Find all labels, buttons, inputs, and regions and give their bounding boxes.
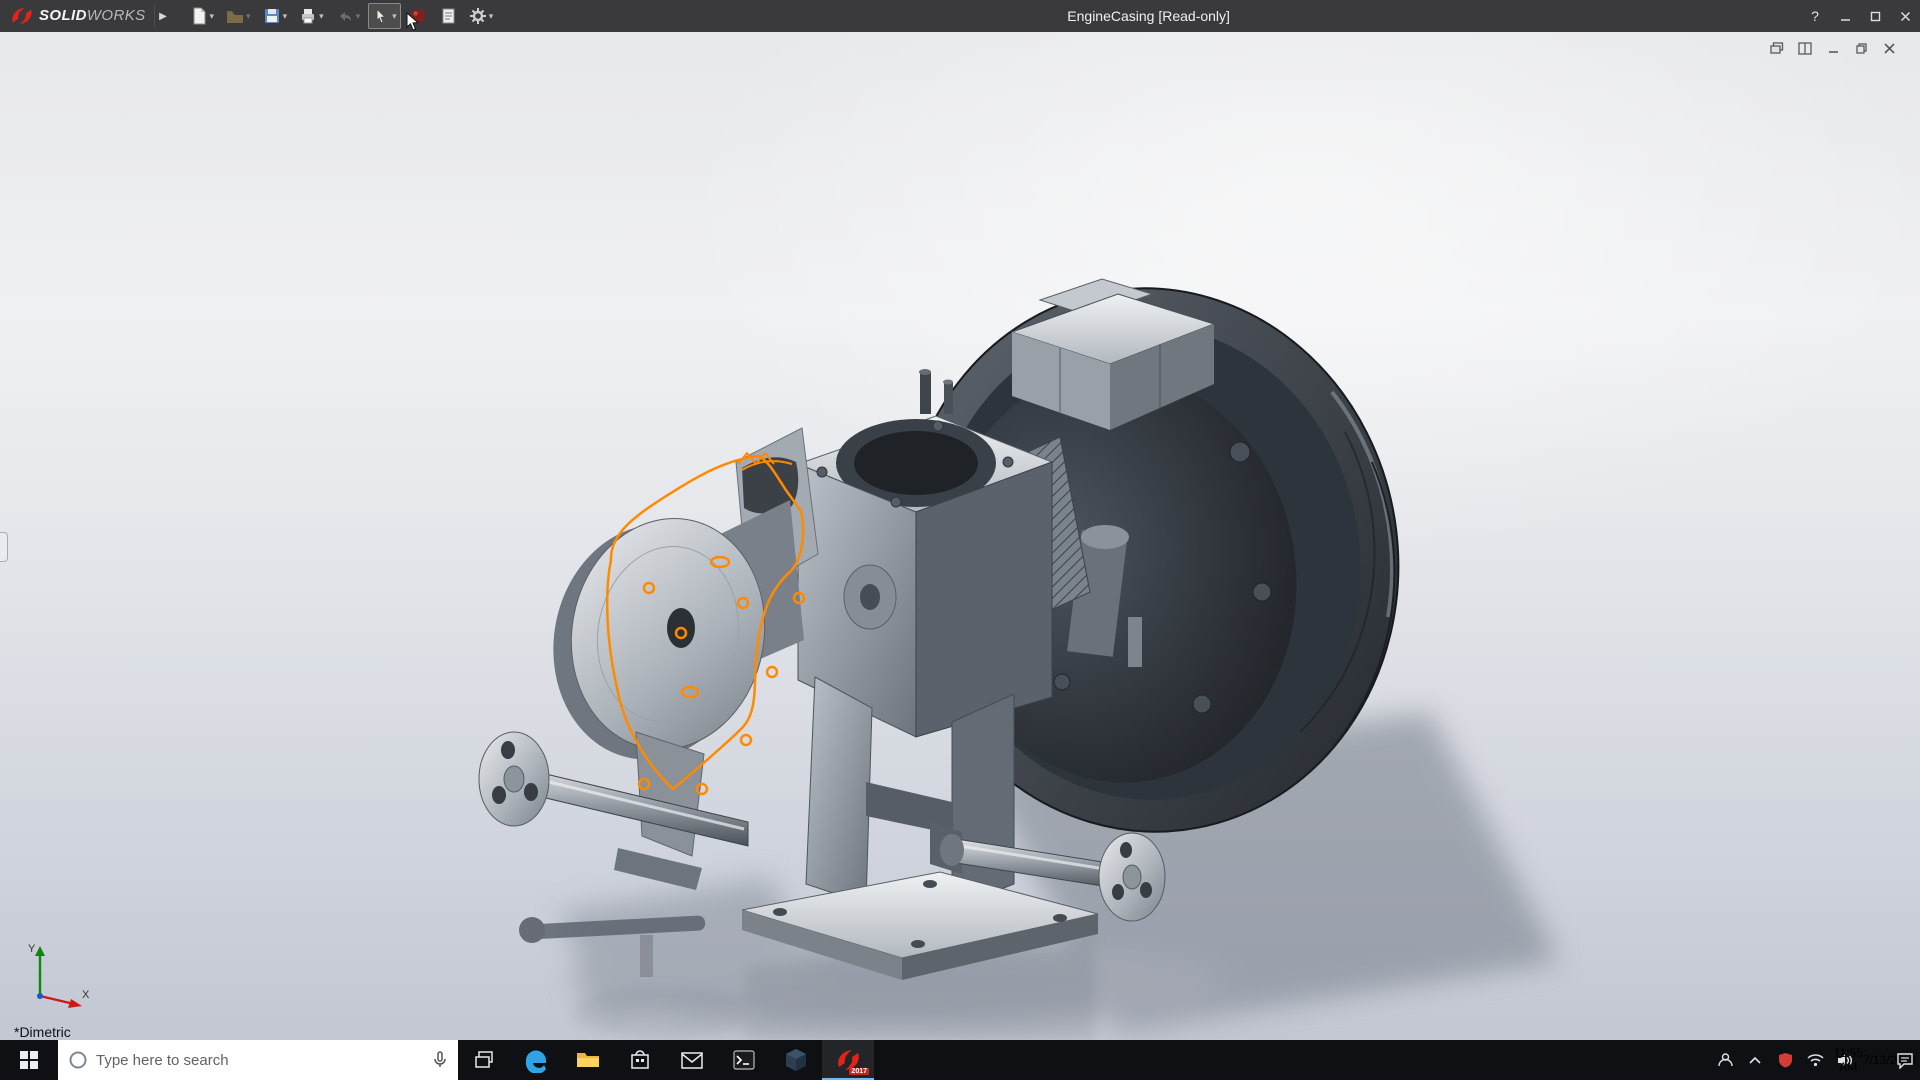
toolbar-expand-button[interactable]: ▶ (153, 4, 172, 28)
select-cursor-icon (376, 7, 387, 24)
help-button[interactable]: ? (1800, 0, 1830, 32)
triad-x-label: X (82, 989, 90, 1001)
cortana-icon (69, 1051, 87, 1069)
task-view-icon (475, 1051, 493, 1068)
brand-light: WORKS (86, 7, 146, 24)
antivirus-shield-icon (1778, 1053, 1792, 1068)
document-window-controls (1768, 40, 1898, 56)
minimize-icon (1840, 18, 1850, 21)
edge-button[interactable] (510, 1040, 562, 1080)
print-icon (302, 9, 315, 24)
caret-down-icon[interactable]: ▾ (356, 11, 361, 22)
taskbar-clock[interactable]: 11:55 AM 7/13/2018 (1834, 1040, 1917, 1080)
system-tray: 11:55 AM 7/13/2018 (1710, 1040, 1920, 1080)
close-icon (1900, 11, 1910, 21)
doc-close-button[interactable] (1880, 40, 1898, 56)
document-title: EngineCasing [Read-only] (1067, 8, 1230, 24)
file-explorer-button[interactable] (562, 1040, 614, 1080)
doc-cascade-button[interactable] (1768, 40, 1786, 56)
taskbar-search[interactable] (58, 1040, 458, 1080)
doc-minimize-button[interactable] (1824, 40, 1842, 56)
task-pane-tab[interactable] (0, 532, 8, 562)
reference-triad[interactable]: Y X (22, 938, 92, 1012)
windows-logo-icon (20, 1051, 38, 1069)
window-controls: ? (1800, 0, 1920, 32)
solidworks-year-badge: 2017 (849, 1068, 869, 1075)
edge-icon (525, 1050, 546, 1073)
search-input[interactable] (96, 1051, 424, 1069)
taskbar: 2017 (0, 1040, 1920, 1080)
doc-close-icon (1883, 42, 1895, 54)
tile-windows-icon (1798, 41, 1812, 55)
network-tray-button[interactable] (1800, 1040, 1830, 1080)
maximize-button[interactable] (1860, 0, 1890, 32)
save-button[interactable]: ▾ (259, 3, 292, 29)
quick-access-toolbar: ▾ ▾ ▾ ▾ ▾ ▾ ▾ (186, 3, 498, 29)
cad-cube-icon (786, 1049, 806, 1071)
command-prompt-button[interactable] (718, 1040, 770, 1080)
antivirus-tray-button[interactable] (1770, 1040, 1800, 1080)
tray-overflow-button[interactable] (1740, 1040, 1770, 1080)
new-document-button[interactable]: ▾ (186, 3, 219, 29)
maximize-icon (1870, 11, 1880, 21)
doc-restore-button[interactable] (1852, 40, 1870, 56)
open-folder-icon (227, 11, 244, 23)
store-icon (631, 1050, 649, 1069)
caret-down-icon[interactable]: ▾ (246, 11, 251, 22)
new-document-icon (193, 7, 206, 25)
mail-icon (681, 1051, 703, 1069)
doc-restore-icon (1855, 42, 1867, 54)
cascade-windows-icon (1770, 41, 1784, 54)
people-icon (1717, 1053, 1733, 1067)
file-properties-icon (442, 8, 455, 24)
select-button[interactable]: ▾ (368, 3, 401, 29)
print-button[interactable]: ▾ (295, 3, 328, 29)
solidworks-taskbar-button[interactable]: 2017 (822, 1040, 874, 1080)
ds-logo-icon (12, 7, 32, 25)
store-button[interactable] (614, 1040, 666, 1080)
triad-y-label: Y (28, 943, 36, 955)
command-prompt-icon (733, 1050, 755, 1070)
caret-down-icon[interactable]: ▾ (319, 11, 324, 22)
engine-casing-model[interactable] (0, 32, 1920, 1040)
clock-time: 11:55 AM (1833, 1046, 1863, 1074)
view-orientation-label: *Dimetric (14, 1024, 71, 1040)
chevron-up-icon (1749, 1056, 1761, 1064)
graphics-area[interactable]: Y X *Dimetric (0, 32, 1920, 1040)
caret-down-icon[interactable]: ▾ (283, 11, 288, 22)
brand-bold: SOLID (39, 7, 87, 24)
mail-button[interactable] (666, 1040, 718, 1080)
people-tray-button[interactable] (1710, 1040, 1740, 1080)
undo-icon (339, 12, 351, 21)
task-view-button[interactable] (458, 1040, 510, 1080)
doc-tile-button[interactable] (1796, 40, 1814, 56)
file-explorer-icon (577, 1053, 599, 1067)
minimize-button[interactable] (1830, 0, 1860, 32)
taskbar-apps: 2017 (458, 1040, 874, 1080)
caret-down-icon[interactable]: ▾ (210, 11, 215, 22)
undo-button[interactable]: ▾ (332, 3, 365, 29)
action-center-button[interactable] (1890, 1040, 1920, 1080)
notification-icon (1897, 1052, 1913, 1069)
appearance-sphere-icon (410, 9, 425, 23)
doc-minimize-icon (1828, 50, 1838, 53)
open-button[interactable]: ▾ (222, 3, 255, 29)
save-floppy-icon (264, 9, 279, 23)
titlebar: SOLIDWORKS ▶ ▾ ▾ ▾ ▾ ▾ ▾ ▾ EngineCasing … (0, 0, 1920, 32)
caret-down-icon[interactable]: ▾ (489, 11, 494, 22)
microphone-icon[interactable] (432, 1050, 448, 1070)
file-properties-button[interactable] (435, 3, 461, 29)
cad-cube-button[interactable] (770, 1040, 822, 1080)
close-button[interactable] (1890, 0, 1920, 32)
caret-down-icon[interactable]: ▾ (392, 11, 397, 22)
wifi-icon (1806, 1054, 1824, 1067)
appearance-button[interactable] (405, 3, 431, 29)
start-button[interactable] (0, 1040, 58, 1080)
gear-icon (469, 8, 486, 24)
solidworks-logo: SOLIDWORKS (0, 5, 154, 27)
options-button[interactable]: ▾ (465, 3, 498, 29)
